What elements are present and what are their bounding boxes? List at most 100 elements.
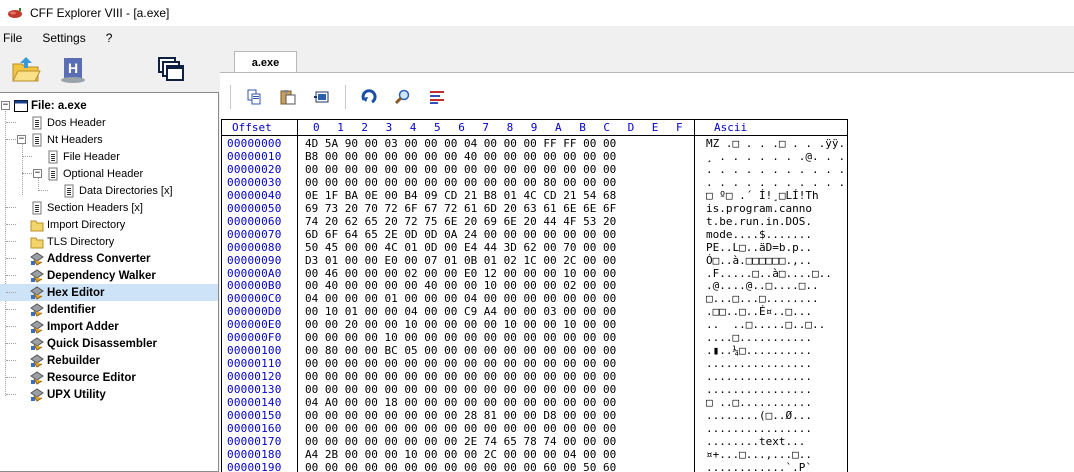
row-bytes[interactable]: 00 40 00 00 00 00 40 00 00 10 00 00 00 0… <box>305 280 616 293</box>
tree-item-file-a-exe[interactable]: File: a.exe <box>14 97 87 114</box>
row-ascii[interactable]: ................ <box>706 357 812 370</box>
row-bytes[interactable]: 50 45 00 00 4C 01 0D 00 E4 44 3D 62 00 7… <box>305 241 616 254</box>
hex-row[interactable]: 00000080 50 45 00 00 4C 01 0D 00 E4 44 3D… <box>222 241 847 254</box>
row-bytes[interactable]: 00 00 00 00 00 00 00 00 00 00 00 00 00 0… <box>305 357 616 370</box>
row-bytes[interactable]: 00 00 20 00 00 10 00 00 00 00 10 00 00 1… <box>305 318 616 331</box>
row-ascii[interactable]: □ º□ .´ Í!¸□LÍ!Th <box>706 189 819 202</box>
hex-row[interactable]: 00000170 00 00 00 00 00 00 00 00 2E 74 65… <box>222 435 847 448</box>
tree-item-file-header[interactable]: File Header <box>46 148 120 165</box>
row-ascii[interactable]: .F.....□..à□....□.. <box>706 267 832 280</box>
hex-row[interactable]: 00000070 6D 6F 64 65 2E 0D 0D 0A 24 00 00… <box>222 228 847 241</box>
row-ascii[interactable]: ¸ . . . . . . .@. . . . . . . <box>706 150 847 163</box>
row-ascii[interactable]: . . . . . . . . . . . .▮. . . <box>706 176 847 189</box>
menu-file[interactable]: File <box>0 31 28 45</box>
hex-row[interactable]: 000000A0 00 46 00 00 00 02 00 00 E0 12 00… <box>222 267 847 280</box>
menu-help[interactable]: ? <box>102 31 119 45</box>
hex-row[interactable]: 00000140 04 A0 00 00 18 00 00 00 00 00 00… <box>222 396 847 409</box>
row-ascii[interactable]: PE..L□..äD=b.p.. <box>706 241 812 254</box>
row-ascii[interactable]: ........text... <box>706 435 805 448</box>
tree-item-dos-header[interactable]: Dos Header <box>30 114 106 131</box>
row-bytes[interactable]: A4 2B 00 00 00 10 00 00 00 2C 00 00 00 0… <box>305 448 616 461</box>
tree-item-nt-headers[interactable]: Nt Headers <box>30 131 103 148</box>
row-bytes[interactable]: 74 20 62 65 20 72 75 6E 20 69 6E 20 44 4… <box>305 215 616 228</box>
row-ascii[interactable]: .. ..□.....□..□.. <box>706 318 825 331</box>
tree-item-resource-editor[interactable]: Resource Editor <box>30 369 136 386</box>
hex-row[interactable]: 00000050 69 73 20 70 72 6F 67 72 61 6D 20… <box>222 202 847 215</box>
menu-settings[interactable]: Settings <box>38 31 91 45</box>
tree-item-rebuilder[interactable]: Rebuilder <box>30 352 100 369</box>
hex-row[interactable]: 00000190 00 00 00 00 00 00 00 00 00 00 00… <box>222 461 847 472</box>
row-bytes[interactable]: 00 00 00 00 00 00 00 00 2E 74 65 78 74 0… <box>305 435 616 448</box>
select-range-icon[interactable] <box>426 86 448 108</box>
row-bytes[interactable]: 00 00 00 00 00 00 00 00 00 00 00 00 00 0… <box>305 383 616 396</box>
tree-item-tls-directory[interactable]: TLS Directory <box>30 233 114 250</box>
tree-item-dependency-walker[interactable]: Dependency Walker <box>30 267 156 284</box>
row-ascii[interactable]: Ó□..à.□□□□□□.,.. <box>706 254 812 267</box>
hex-row[interactable]: 00000130 00 00 00 00 00 00 00 00 00 00 00… <box>222 383 847 396</box>
row-ascii[interactable]: t.be.run.in.DOS. <box>706 215 812 228</box>
row-bytes[interactable]: 69 73 20 70 72 6F 67 72 61 6D 20 63 61 6… <box>305 202 616 215</box>
row-bytes[interactable]: 00 00 00 00 00 00 00 00 00 00 00 00 60 0… <box>305 461 616 472</box>
row-ascii[interactable]: MZ .□ . . .□ . . .ÿÿ. . <box>706 137 847 150</box>
save-hex-icon[interactable]: H <box>58 54 90 86</box>
row-ascii[interactable]: .▮..¼□.......... <box>706 344 812 357</box>
tree-view[interactable]: File: a.exe Dos Header Nt Headers File Head… <box>0 92 219 472</box>
hex-grid[interactable]: Offset 0 1 2 3 4 5 6 7 8 9 A B C D E F Ascii 00000000 4D… <box>221 119 848 472</box>
row-ascii[interactable]: □ ..□........... <box>706 396 812 409</box>
hex-row[interactable]: 00000000 4D 5A 90 00 03 00 00 00 04 00 00… <box>222 137 847 150</box>
hex-row[interactable]: 000000B0 00 40 00 00 00 00 40 00 00 10 00… <box>222 280 847 293</box>
tree-item-quick-disassembler[interactable]: Quick Disassembler <box>30 335 157 352</box>
row-bytes[interactable]: 00 00 00 00 00 00 00 00 00 00 00 00 00 0… <box>305 163 616 176</box>
fill-icon[interactable] <box>311 86 333 108</box>
tree-item-upx-utility[interactable]: UPX Utility <box>30 386 106 403</box>
hex-row[interactable]: 000000C0 04 00 00 00 01 00 00 00 04 00 00… <box>222 292 847 305</box>
row-bytes[interactable]: 4D 5A 90 00 03 00 00 00 04 00 00 00 FF F… <box>305 137 616 150</box>
row-bytes[interactable]: 00 00 00 00 00 00 00 00 00 00 00 00 00 0… <box>305 422 616 435</box>
row-ascii[interactable]: ................ <box>706 370 812 383</box>
row-ascii[interactable]: .@....@..□....□.. <box>706 280 819 293</box>
tree-expander[interactable]: − <box>17 135 26 144</box>
row-bytes[interactable]: 04 A0 00 00 18 00 00 00 00 00 00 00 00 0… <box>305 396 616 409</box>
row-bytes[interactable]: 00 00 00 00 00 00 00 00 00 00 00 00 80 0… <box>305 176 616 189</box>
hex-row[interactable]: 000000D0 00 10 01 00 00 04 00 00 C9 A4 00… <box>222 305 847 318</box>
hex-row[interactable]: 00000030 00 00 00 00 00 00 00 00 00 00 00… <box>222 176 847 189</box>
row-ascii[interactable]: ................ <box>706 422 812 435</box>
row-ascii[interactable]: . . . . . . . . . . . . . . . . <box>706 163 847 176</box>
row-bytes[interactable]: 00 00 00 00 00 00 00 00 00 00 00 00 00 0… <box>305 370 616 383</box>
row-bytes[interactable]: B8 00 00 00 00 00 00 00 40 00 00 00 00 0… <box>305 150 616 163</box>
hex-row[interactable]: 00000040 0E 1F BA 0E 00 B4 09 CD 21 B8 01… <box>222 189 847 202</box>
row-ascii[interactable]: ........(□..Ø... <box>706 409 812 422</box>
row-bytes[interactable]: 0E 1F BA 0E 00 B4 09 CD 21 B8 01 4C CD 2… <box>305 189 616 202</box>
hex-row[interactable]: 00000100 00 80 00 00 BC 05 00 00 00 00 00… <box>222 344 847 357</box>
hex-row[interactable]: 00000020 00 00 00 00 00 00 00 00 00 00 00… <box>222 163 847 176</box>
tree-item-identifier[interactable]: Identifier <box>30 301 96 318</box>
hex-row[interactable]: 00000160 00 00 00 00 00 00 00 00 00 00 00… <box>222 422 847 435</box>
copy-icon[interactable] <box>243 86 265 108</box>
tree-expander[interactable]: − <box>1 101 10 110</box>
tree-item-hex-editor[interactable]: Hex Editor <box>0 284 218 301</box>
row-bytes[interactable]: 6D 6F 64 65 2E 0D 0D 0A 24 00 00 00 00 0… <box>305 228 616 241</box>
row-ascii[interactable]: ¤+...□...,...□.. <box>706 448 812 461</box>
row-bytes[interactable]: 00 00 00 00 00 00 00 00 28 81 00 00 D8 0… <box>305 409 616 422</box>
hex-row[interactable]: 00000060 74 20 62 65 20 72 75 6E 20 69 6E… <box>222 215 847 228</box>
tree-item-data-directories-x[interactable]: Data Directories [x] <box>62 182 173 199</box>
hex-row[interactable]: 00000110 00 00 00 00 00 00 00 00 00 00 00… <box>222 357 847 370</box>
hex-row[interactable]: 00000180 A4 2B 00 00 00 10 00 00 00 2C 00… <box>222 448 847 461</box>
row-ascii[interactable]: ............`.P` <box>706 461 812 472</box>
row-ascii[interactable]: ................ <box>706 383 812 396</box>
row-bytes[interactable]: 04 00 00 00 01 00 00 00 04 00 00 00 00 0… <box>305 292 616 305</box>
row-bytes[interactable]: 00 80 00 00 BC 05 00 00 00 00 00 00 00 0… <box>305 344 616 357</box>
tree-item-section-headers-x[interactable]: Section Headers [x] <box>30 199 143 216</box>
hex-row[interactable]: 00000120 00 00 00 00 00 00 00 00 00 00 00… <box>222 370 847 383</box>
row-ascii[interactable]: is.program.canno <box>706 202 812 215</box>
tree-item-optional-header[interactable]: Optional Header <box>46 165 143 182</box>
tree-item-import-adder[interactable]: Import Adder <box>30 318 119 335</box>
tree-expander[interactable]: − <box>33 169 42 178</box>
row-ascii[interactable]: mode....$....... <box>706 228 812 241</box>
search-icon[interactable] <box>392 86 414 108</box>
tree-item-import-directory[interactable]: Import Directory <box>30 216 125 233</box>
row-bytes[interactable]: D3 01 00 00 E0 00 07 01 0B 01 02 1C 00 2… <box>305 254 616 267</box>
row-bytes[interactable]: 00 00 00 00 10 00 00 00 00 00 00 00 00 0… <box>305 331 616 344</box>
paste-icon[interactable] <box>277 86 299 108</box>
tab-a-exe[interactable]: a.exe <box>234 51 297 73</box>
